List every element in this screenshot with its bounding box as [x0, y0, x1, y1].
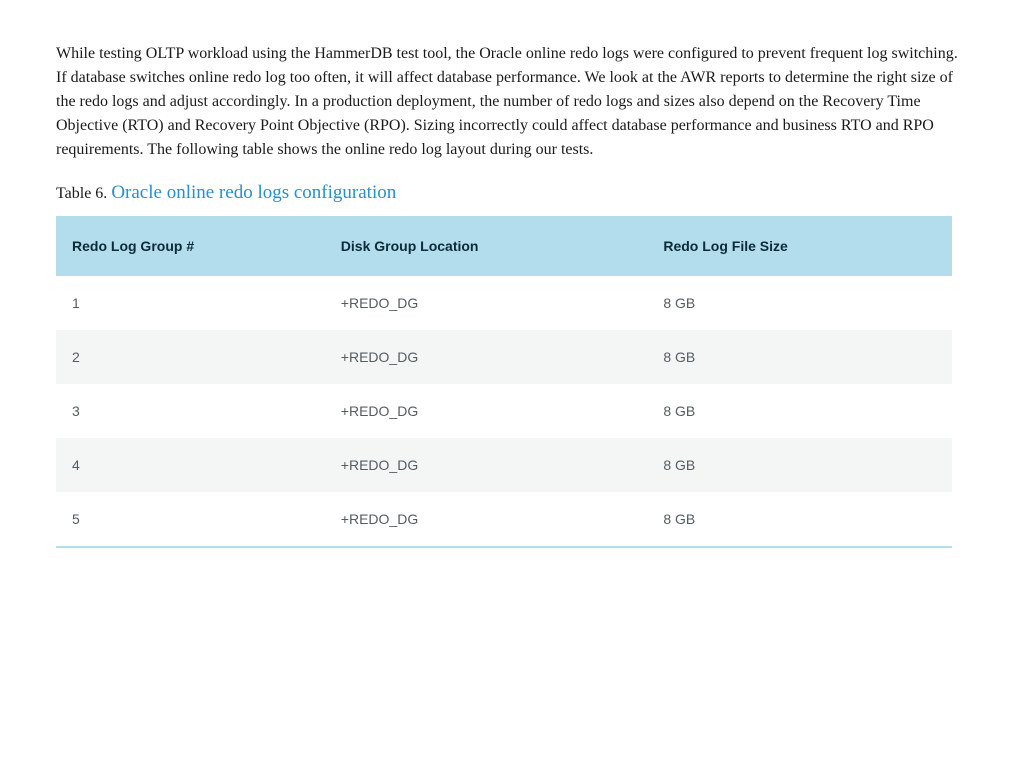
table-caption-prefix: Table 6.: [56, 185, 111, 202]
cell-location: +REDO_DG: [325, 438, 648, 492]
cell-location: +REDO_DG: [325, 492, 648, 547]
cell-location: +REDO_DG: [325, 276, 648, 330]
table-caption-title: Oracle online redo logs configuration: [111, 182, 396, 203]
table-row: 3 +REDO_DG 8 GB: [56, 384, 952, 438]
col-header-size: Redo Log File Size: [647, 216, 952, 276]
cell-size: 8 GB: [647, 276, 952, 330]
cell-group: 5: [56, 492, 325, 547]
redo-log-table: Redo Log Group # Disk Group Location Red…: [56, 216, 952, 548]
table-row: 2 +REDO_DG 8 GB: [56, 330, 952, 384]
table-header-row: Redo Log Group # Disk Group Location Red…: [56, 216, 952, 276]
cell-size: 8 GB: [647, 384, 952, 438]
cell-size: 8 GB: [647, 438, 952, 492]
col-header-location: Disk Group Location: [325, 216, 648, 276]
table-row: 5 +REDO_DG 8 GB: [56, 492, 952, 547]
table-row: 4 +REDO_DG 8 GB: [56, 438, 952, 492]
cell-group: 2: [56, 330, 325, 384]
cell-group: 1: [56, 276, 325, 330]
col-header-group: Redo Log Group #: [56, 216, 325, 276]
table-row: 1 +REDO_DG 8 GB: [56, 276, 952, 330]
body-paragraph: While testing OLTP workload using the Ha…: [56, 42, 968, 162]
cell-size: 8 GB: [647, 492, 952, 547]
cell-size: 8 GB: [647, 330, 952, 384]
cell-group: 4: [56, 438, 325, 492]
cell-group: 3: [56, 384, 325, 438]
cell-location: +REDO_DG: [325, 384, 648, 438]
table-caption: Table 6. Oracle online redo logs configu…: [56, 182, 968, 204]
cell-location: +REDO_DG: [325, 330, 648, 384]
